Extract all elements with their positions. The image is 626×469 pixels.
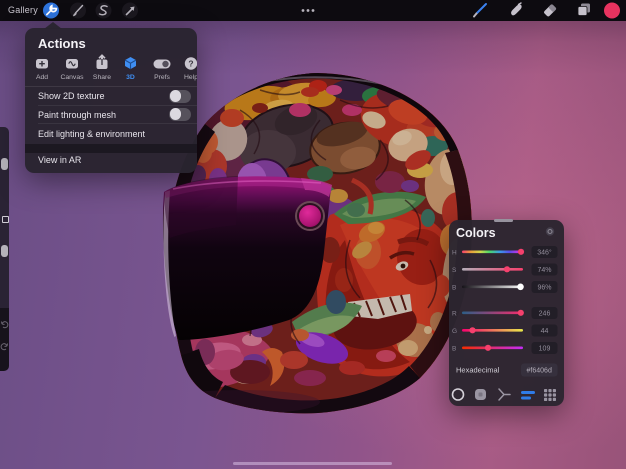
svg-text:G: G	[452, 328, 457, 335]
svg-text:Hexadecimal: Hexadecimal	[456, 366, 500, 375]
svg-text:S: S	[452, 267, 457, 274]
svg-text:B: B	[452, 346, 456, 353]
svg-text:?: ?	[188, 59, 193, 69]
svg-text:Prefs: Prefs	[154, 74, 170, 81]
svg-text:Share: Share	[93, 74, 111, 81]
svg-text:B: B	[452, 285, 456, 292]
svg-text:Help: Help	[184, 74, 197, 81]
svg-text:R: R	[452, 311, 457, 318]
svg-text:96%: 96%	[537, 285, 551, 292]
svg-text:Add: Add	[36, 74, 48, 81]
svg-text:Canvas: Canvas	[60, 74, 84, 81]
svg-text:109: 109	[539, 346, 551, 353]
svg-text:H: H	[452, 250, 457, 257]
svg-text:346°: 346°	[537, 249, 552, 257]
svg-text:74%: 74%	[537, 267, 551, 274]
svg-text:246: 246	[539, 311, 551, 318]
svg-text:3D: 3D	[126, 74, 135, 81]
svg-text:44: 44	[541, 328, 549, 335]
svg-text:#f6406d: #f6406d	[527, 368, 552, 375]
